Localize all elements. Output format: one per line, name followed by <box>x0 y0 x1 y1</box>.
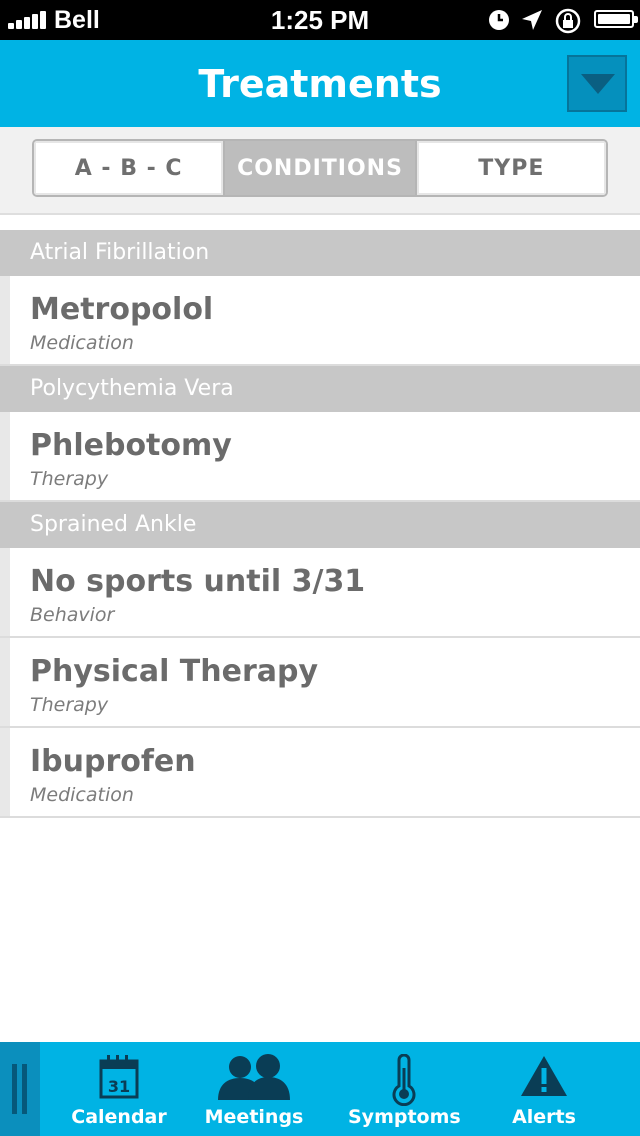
tab-meetings[interactable]: Meetings <box>200 1042 308 1136</box>
segment-type[interactable]: TYPE <box>417 141 606 195</box>
rotation-lock-icon <box>555 8 581 34</box>
thermometer-icon <box>392 1054 416 1106</box>
tab-bar: 31 Calendar Meetings Symptoms Alerts <box>0 1042 640 1136</box>
drawer-handle[interactable] <box>0 1042 40 1136</box>
treatment-row[interactable]: No sports until 3/31 Behavior <box>0 548 640 638</box>
menu-dropdown-button[interactable] <box>567 55 627 112</box>
page-title: Treatments <box>198 62 442 106</box>
warning-icon <box>521 1056 567 1096</box>
tab-symptoms[interactable]: Symptoms <box>348 1042 461 1136</box>
tab-label: Calendar <box>71 1106 167 1128</box>
people-icon <box>218 1054 290 1100</box>
treatment-row[interactable]: Physical Therapy Therapy <box>0 638 640 728</box>
segment-area: A - B - C CONDITIONS TYPE <box>0 127 640 215</box>
tab-alerts[interactable]: Alerts <box>500 1042 588 1136</box>
treatment-title: Metropolol <box>30 292 214 327</box>
treatment-type: Medication <box>30 332 134 354</box>
calendar-day: 31 <box>108 1077 130 1096</box>
section-header: Atrial Fibrillation <box>0 230 640 276</box>
calendar-icon: 31 <box>99 1055 139 1099</box>
treatment-type: Therapy <box>30 694 109 716</box>
nav-bar: Treatments <box>0 40 640 127</box>
segment-abc[interactable]: A - B - C <box>34 141 226 195</box>
section-header: Sprained Ankle <box>0 502 640 548</box>
treatment-row[interactable]: Phlebotomy Therapy <box>0 412 640 502</box>
triangle-down-icon <box>581 74 615 94</box>
tab-label: Meetings <box>204 1106 304 1128</box>
tab-label: Symptoms <box>348 1106 461 1128</box>
treatment-type: Behavior <box>30 604 115 626</box>
tab-label: Alerts <box>512 1106 576 1128</box>
segment-conditions[interactable]: CONDITIONS <box>225 141 417 195</box>
tab-calendar[interactable]: 31 Calendar <box>70 1042 168 1136</box>
sort-segmented-control: A - B - C CONDITIONS TYPE <box>32 139 608 197</box>
section-header: Polycythemia Vera <box>0 366 640 412</box>
treatment-row[interactable]: Metropolol Medication <box>0 276 640 366</box>
treatment-title: Ibuprofen <box>30 744 196 779</box>
treatment-title: No sports until 3/31 <box>30 564 366 599</box>
treatment-title: Phlebotomy <box>30 428 232 463</box>
treatment-title: Physical Therapy <box>30 654 319 689</box>
treatment-list: Atrial Fibrillation Metropolol Medicatio… <box>0 230 640 818</box>
treatment-type: Therapy <box>30 468 109 490</box>
treatment-type: Medication <box>30 784 134 806</box>
battery-icon <box>594 10 638 28</box>
clock-icon <box>489 10 509 30</box>
treatment-row[interactable]: Ibuprofen Medication <box>0 728 640 818</box>
status-bar: Bell 1:25 PM <box>0 0 640 40</box>
location-arrow-icon <box>522 10 542 30</box>
